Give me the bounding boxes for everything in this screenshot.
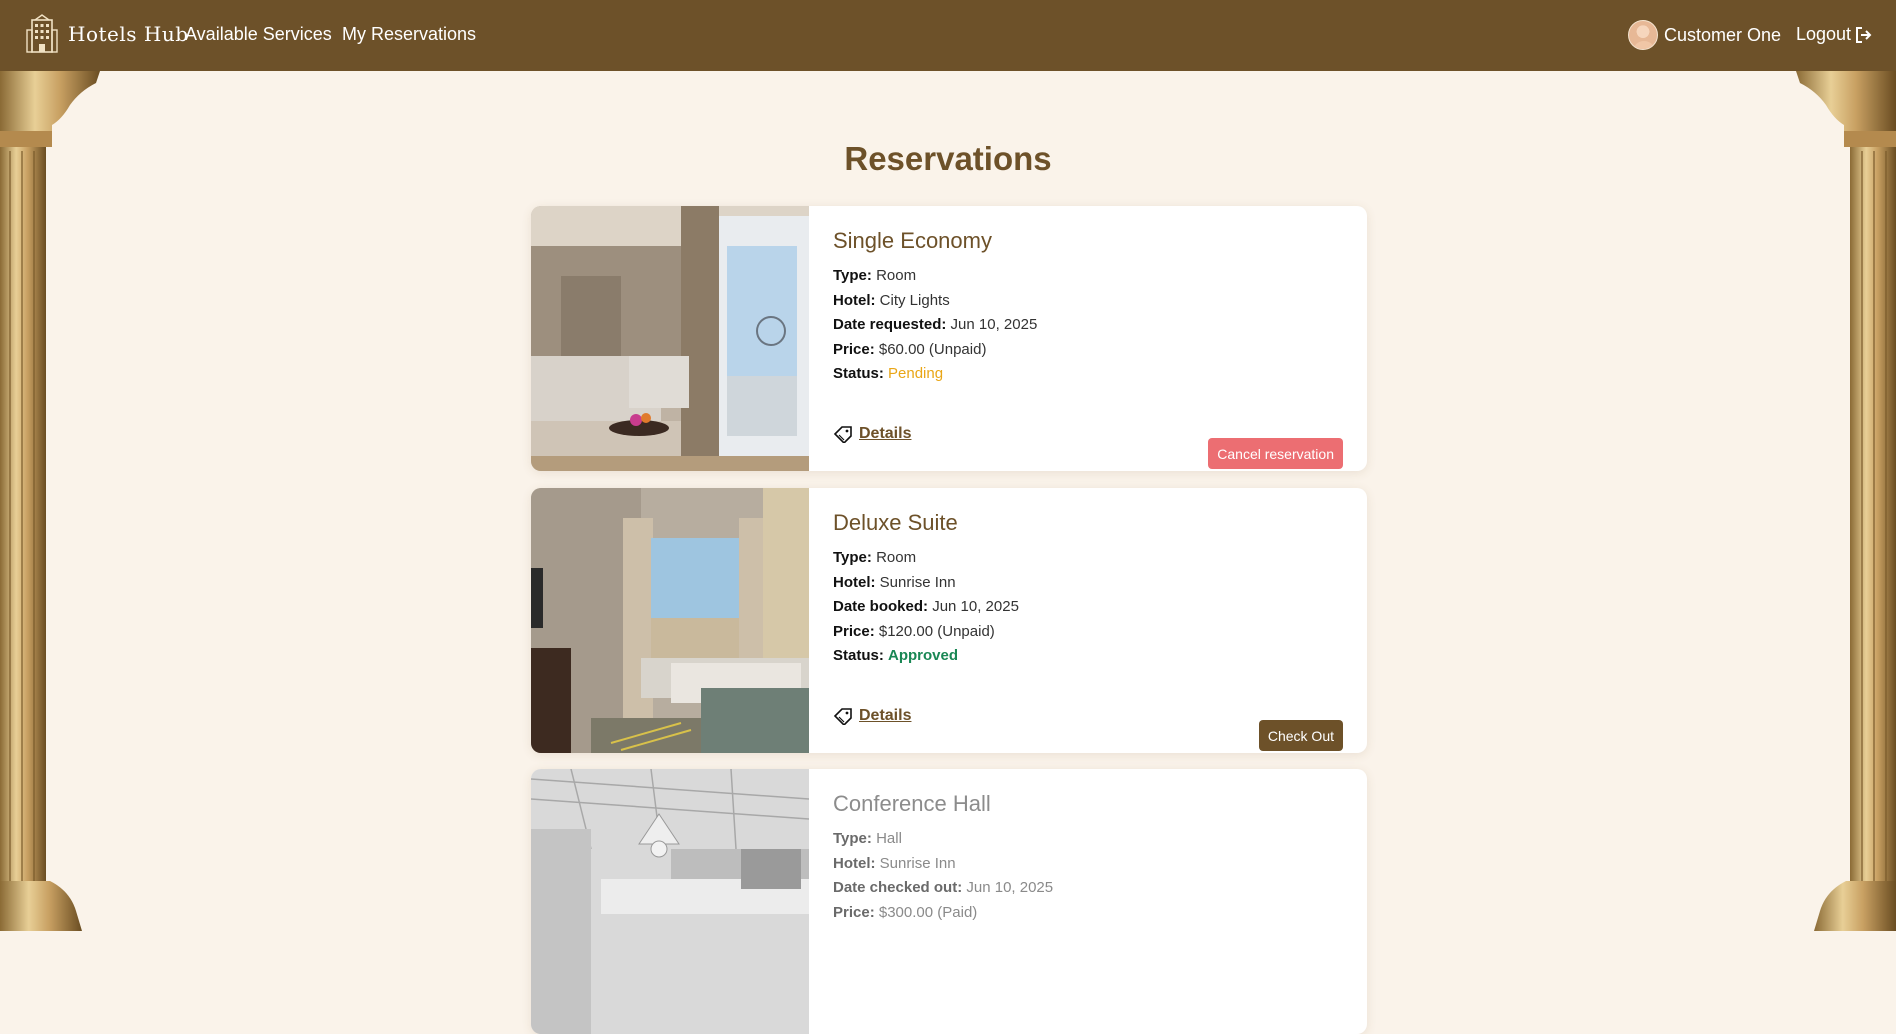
reservation-title: Conference Hall <box>833 791 991 816</box>
hall-photo <box>531 769 809 1034</box>
field-status: Status: Approved <box>833 647 959 664</box>
brand[interactable]: Hotels Hub <box>26 14 189 54</box>
field-price: Price: $60.00 (Unpaid) <box>833 340 987 358</box>
reservation-title: Single Economy <box>833 228 992 253</box>
field-price: Price: $300.00 (Paid) <box>833 903 978 921</box>
field-price: Price: $120.00 (Unpaid) <box>833 622 995 640</box>
field-hotel: Hotel: Sunrise Inn <box>833 573 956 591</box>
nav-available-services[interactable]: Available Services <box>185 24 332 45</box>
details-link[interactable]: Details <box>833 707 911 725</box>
field-date: Date checked out: Jun 10, 2025 <box>833 879 1054 896</box>
logout-label: Logout <box>1796 24 1852 44</box>
hotel-building-icon <box>26 14 58 53</box>
status-badge: Pending <box>888 365 944 382</box>
field-hotel: Hotel: City Lights <box>833 291 950 309</box>
sign-out-icon <box>1856 26 1872 43</box>
field-type: Type: Hall <box>833 830 902 847</box>
decorative-pillar-right <box>1796 71 1896 931</box>
room-photo <box>531 206 809 471</box>
reservation-card: Deluxe Suite Type: Room Hotel: Sunrise I… <box>531 488 1367 753</box>
user-menu[interactable]: Customer One <box>1628 20 1781 50</box>
field-date: Date booked: Jun 10, 2025 <box>833 598 1019 615</box>
field-hotel: Hotel: Sunrise Inn <box>833 854 956 872</box>
decorative-pillar-left <box>0 71 100 931</box>
reservation-card: Conference Hall Type: Hall Hotel: Sunris… <box>531 769 1367 1034</box>
brand-name: Hotels Hub <box>68 22 189 46</box>
reservation-title: Deluxe Suite <box>833 510 958 535</box>
page-title: Reservations <box>844 140 1052 177</box>
top-navbar: Hotels Hub Available Services My Reserva… <box>0 0 1896 71</box>
cancel-reservation-button[interactable]: Cancel reservation <box>1208 438 1343 469</box>
field-date: Date requested: Jun 10, 2025 <box>833 316 1038 333</box>
check-out-button[interactable]: Check Out <box>1258 720 1343 751</box>
details-link[interactable]: Details <box>833 425 911 443</box>
field-type: Type: Room <box>833 267 917 284</box>
nav-my-reservations[interactable]: My Reservations <box>342 24 476 45</box>
field-status: Status: Pending <box>833 365 944 382</box>
avatar <box>1628 20 1658 50</box>
user-name: Customer One <box>1664 24 1782 45</box>
logout-button[interactable]: Logout <box>1796 24 1873 45</box>
ticket-icon <box>833 426 852 443</box>
status-badge: Approved <box>888 647 959 664</box>
room-photo <box>531 488 809 753</box>
field-type: Type: Room <box>833 549 917 566</box>
ticket-icon <box>833 708 852 725</box>
reservation-card: Single Economy Type: Room Hotel: City Li… <box>531 206 1367 471</box>
